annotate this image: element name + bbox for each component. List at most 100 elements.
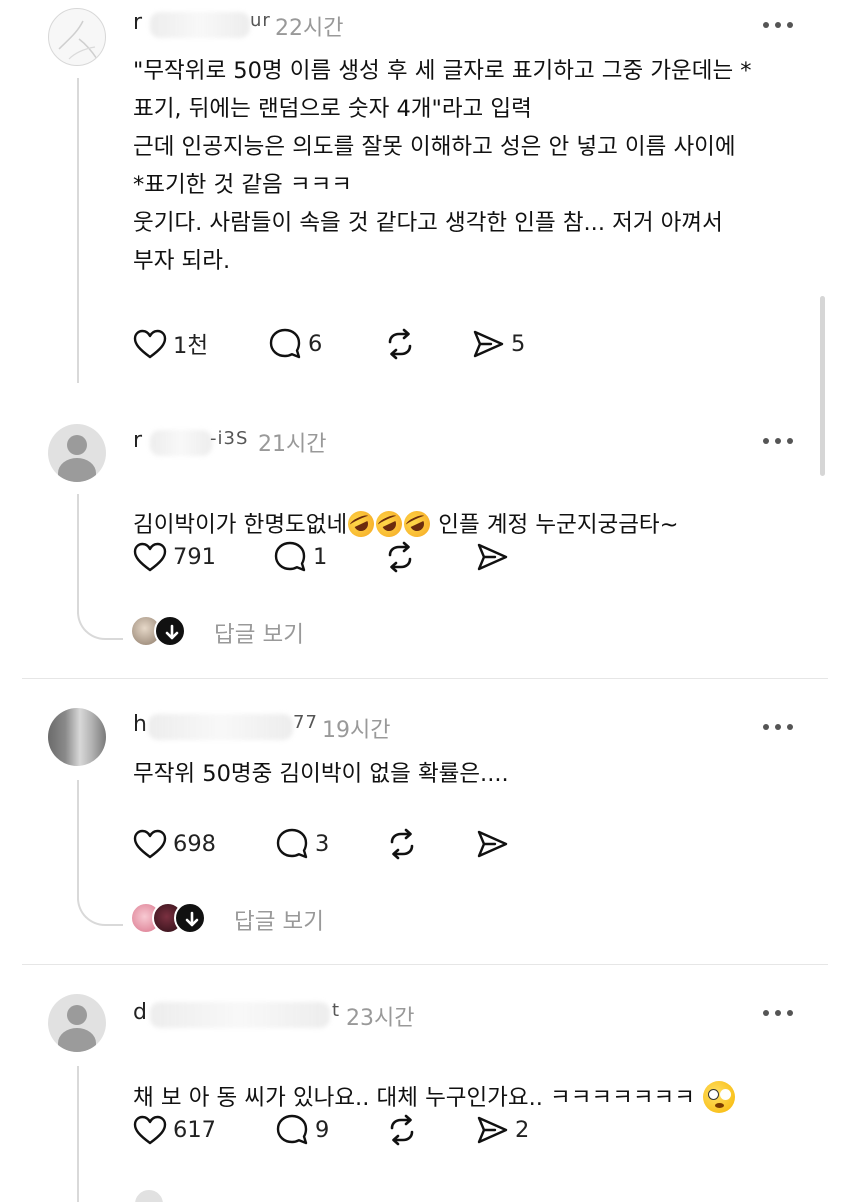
username[interactable]: r <box>133 10 143 35</box>
username[interactable]: h <box>133 712 148 737</box>
avatar-head <box>67 435 87 455</box>
post-time: 22시간 <box>275 16 344 41</box>
like-button[interactable]: 791 <box>133 537 216 577</box>
avatar[interactable] <box>48 994 106 1052</box>
post-divider <box>22 964 828 965</box>
avatar-body <box>58 1028 96 1052</box>
view-replies-label[interactable]: 답글 보기 <box>234 904 324 936</box>
avatar[interactable] <box>48 424 106 482</box>
reply-button[interactable]: 3 <box>275 824 329 864</box>
username-redaction <box>150 12 250 38</box>
view-replies[interactable]: 답글 보기 <box>130 615 350 649</box>
reply-count: 3 <box>315 831 330 857</box>
more-dots-icon[interactable] <box>763 436 795 446</box>
post-text-end: 인플 계정 누군지궁금타~ <box>431 512 679 538</box>
reply-count: 9 <box>315 1117 330 1143</box>
repost-button[interactable] <box>385 824 419 864</box>
send-icon <box>475 827 509 861</box>
send-icon <box>471 327 505 361</box>
username-tail: -i3S <box>210 428 249 449</box>
username-tail: 77 <box>293 712 318 733</box>
speech-bubble-icon <box>275 827 309 861</box>
username-redaction <box>150 1002 330 1028</box>
post-text-start: 김이박이가 한명도없네 <box>133 512 348 538</box>
post-time: 23시간 <box>346 1006 415 1031</box>
reply-button[interactable]: 1 <box>273 537 327 577</box>
share-button[interactable]: 2 <box>475 1110 529 1150</box>
repost-button[interactable] <box>383 537 417 577</box>
username-redaction <box>150 430 212 456</box>
post-time: 19시간 <box>322 718 391 743</box>
speech-bubble-icon <box>273 540 307 574</box>
like-button[interactable]: 1천 <box>133 324 208 364</box>
thread-curve <box>77 896 123 926</box>
post-text: 무작위 50명중 김이박이 없을 확률은.... <box>133 761 509 787</box>
avatar-sketch-icon <box>58 20 98 60</box>
repost-button[interactable] <box>385 1110 419 1150</box>
username-head: h <box>133 712 148 737</box>
heart-icon <box>133 1115 167 1145</box>
like-count: 698 <box>173 831 216 857</box>
post-actions: 617 9 2 <box>133 1110 553 1150</box>
post-actions: 791 1 <box>133 537 553 577</box>
reply-avatar <box>133 1188 165 1202</box>
thread-line <box>77 1066 79 1202</box>
avatar[interactable] <box>48 708 106 766</box>
share-button[interactable] <box>475 824 509 864</box>
arrow-down-icon <box>182 910 202 930</box>
send-icon <box>475 1113 509 1147</box>
repost-icon <box>383 540 417 574</box>
username-tail: ur <box>250 10 271 31</box>
reply-button[interactable]: 9 <box>275 1110 329 1150</box>
reply-count: 6 <box>308 331 323 357</box>
post-actions: 1천 6 5 <box>133 324 553 364</box>
share-button[interactable]: 5 <box>471 324 525 364</box>
expand-replies-button[interactable] <box>154 615 186 647</box>
thread-line <box>77 780 79 900</box>
username[interactable]: d <box>133 1000 148 1025</box>
flushed-emoji-icon <box>703 1081 736 1113</box>
thread-curve <box>77 610 123 640</box>
post-time: 21시간 <box>258 432 327 457</box>
post-text: "무작위로 50명 이름 생성 후 세 글자로 표기하고 그중 가운데는 * 표… <box>133 58 752 274</box>
repost-button[interactable] <box>383 324 417 364</box>
arrow-down-icon <box>162 623 182 643</box>
reply-button[interactable]: 6 <box>268 324 322 364</box>
scrollbar[interactable] <box>820 296 825 476</box>
username-head: r <box>133 10 144 35</box>
more-dots-icon[interactable] <box>763 1008 795 1018</box>
share-count: 5 <box>511 331 526 357</box>
post-divider <box>22 678 828 679</box>
post-1: r ur 22시간 "무작위로 50명 이름 생성 후 세 글자로 표기하고 그… <box>0 0 850 400</box>
share-button[interactable] <box>475 537 509 577</box>
username-head: r <box>133 428 144 453</box>
like-count: 617 <box>173 1117 216 1143</box>
expand-replies-button[interactable] <box>174 902 206 934</box>
speech-bubble-icon <box>275 1113 309 1147</box>
like-button[interactable]: 617 <box>133 1110 216 1150</box>
username[interactable]: r <box>133 428 143 453</box>
repost-icon <box>383 327 417 361</box>
heart-icon <box>133 329 167 359</box>
repost-icon <box>385 1113 419 1147</box>
avatar-head <box>67 1005 87 1025</box>
username-tail: t <box>332 1000 341 1021</box>
heart-icon <box>133 829 167 859</box>
post-text-content: 채 보 아 동 씨가 있나요.. 대체 누구인가요.. ㅋㅋㅋㅋㅋㅋㅋ <box>133 1085 695 1111</box>
more-dots-icon[interactable] <box>763 20 795 30</box>
username-redaction <box>148 714 293 740</box>
view-replies[interactable]: 답글 보기 <box>130 902 370 936</box>
heart-icon <box>133 542 167 572</box>
thread-line <box>77 494 79 614</box>
like-button[interactable]: 698 <box>133 824 216 864</box>
like-count: 791 <box>173 544 216 570</box>
send-icon <box>475 540 509 574</box>
post-actions: 698 3 <box>133 824 553 864</box>
post-text: 채 보 아 동 씨가 있나요.. 대체 누구인가요.. ㅋㅋㅋㅋㅋㅋㅋ <box>133 1041 736 1117</box>
avatar-body <box>58 458 96 482</box>
repost-icon <box>385 827 419 861</box>
more-dots-icon[interactable] <box>763 722 795 732</box>
post-4: d t 23시간 채 보 아 동 씨가 있나요.. 대체 누구인가요.. ㅋㅋㅋ… <box>0 966 850 1202</box>
view-replies-label[interactable]: 답글 보기 <box>214 617 304 649</box>
avatar[interactable] <box>48 8 106 66</box>
